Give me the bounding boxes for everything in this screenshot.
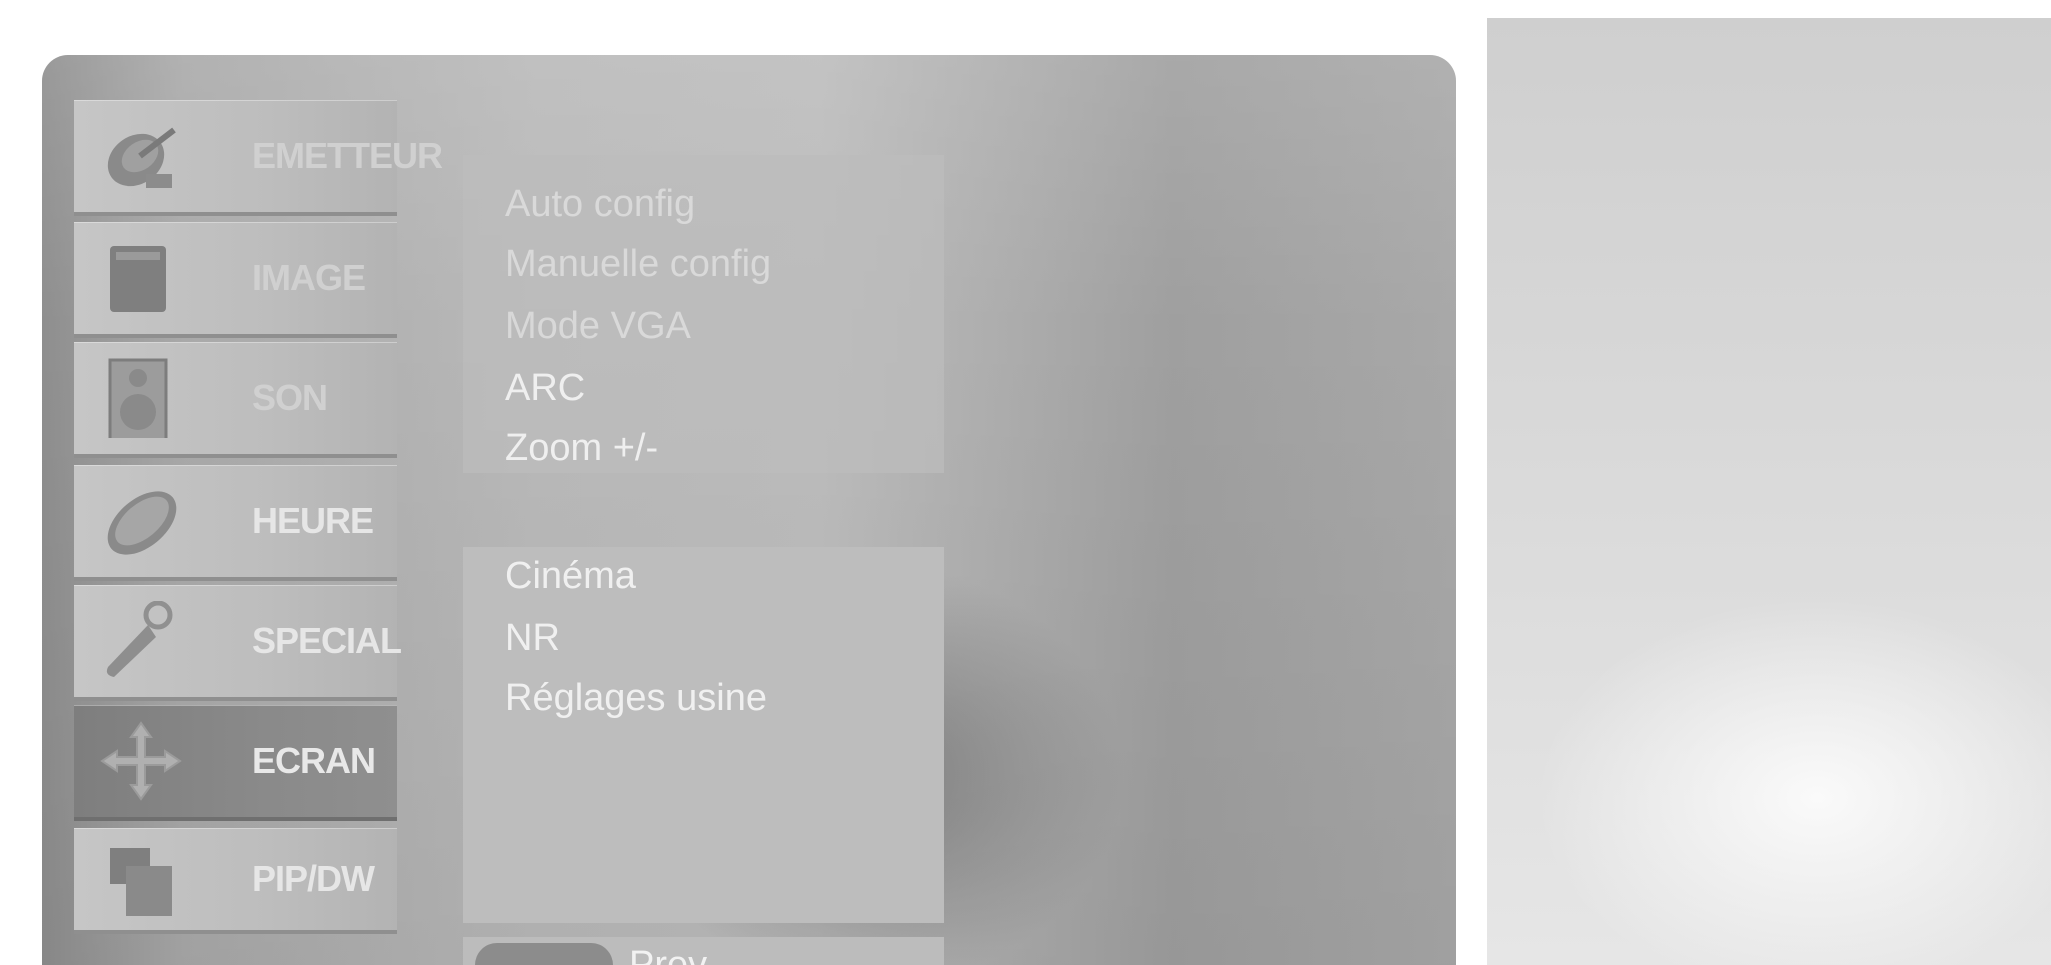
menu-item-nr[interactable]: NR [505,617,560,660]
tab-pip-dw[interactable]: PIP/DW [74,828,397,934]
menu-item-mode-vga[interactable]: Mode VGA [505,305,691,348]
tab-heure[interactable]: HEURE [74,465,397,581]
tab-image[interactable]: IMAGE [74,222,397,338]
tab-pip-dw-label: PIP/DW [252,858,375,899]
tab-ecran[interactable]: ECRAN [74,705,397,821]
clock-icon [107,491,177,555]
tab-son-label: SON [252,377,328,418]
menu-item-auto-config[interactable]: Auto config [505,183,695,226]
key-tag-icon [106,601,173,677]
prev-label: Prev. [629,944,715,965]
menu-item-cinema[interactable]: Cinéma [505,555,636,598]
tab-image-label: IMAGE [252,257,366,298]
tab-special[interactable]: SPECIAL [74,585,402,701]
speaker-icon [108,358,168,438]
prev-button-indicator[interactable] [475,943,613,965]
menu-item-zoom[interactable]: Zoom +/- [505,427,658,470]
tab-son[interactable]: SON [74,342,397,458]
tab-emetteur-label: EMETTEUR [252,135,443,176]
tab-special-label: SPECIAL [252,620,402,661]
satellite-dish-icon [107,127,176,188]
prev-bar: Prev. [463,937,944,965]
menu-item-manuelle-config[interactable]: Manuelle config [505,243,771,286]
tab-ecran-label: ECRAN [252,740,376,781]
submenu-upper: Auto config Manuelle config Mode VGA ARC… [463,155,944,473]
picture-icon [110,246,166,312]
move-arrows-icon [100,721,182,801]
menu-item-arc[interactable]: ARC [505,367,585,410]
screen-preview-area [1487,18,2051,965]
tab-heure-label: HEURE [252,500,374,541]
tab-emetteur[interactable]: EMETTEUR [74,100,443,216]
osd-menu-panel: EMETTEUR IMAGE SON HEURE SPECIAL ECRAN P… [42,55,1456,965]
menu-item-reglages-usine[interactable]: Réglages usine [505,677,767,720]
submenu-lower: Cinéma NR Réglages usine [463,547,944,923]
picture-in-picture-icon [110,848,172,916]
